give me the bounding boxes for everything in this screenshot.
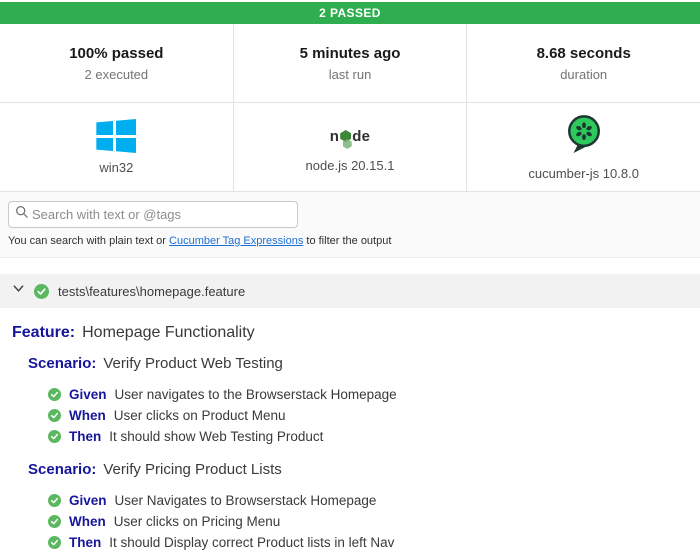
search-input[interactable]	[32, 207, 291, 222]
search-help-suffix: to filter the output	[303, 235, 392, 247]
summary-status-bar: 2 PASSED	[0, 2, 700, 24]
env-platform: win32	[0, 103, 233, 191]
step-text: It should show Web Testing Product	[109, 429, 324, 444]
step-row: When User clicks on Pricing Menu	[48, 514, 688, 529]
step-keyword: Given	[69, 493, 107, 508]
feature-name: Homepage Functionality	[82, 324, 255, 341]
step-text: User Navigates to Browserstack Homepage	[114, 493, 377, 508]
cucumber-report-page: 2 PASSED 100% passed 2 executed 5 minute…	[0, 0, 700, 558]
cucumber-icon	[565, 113, 603, 159]
step-keyword: When	[69, 514, 106, 529]
search-icon	[15, 205, 29, 224]
step-row: Then It should show Web Testing Product	[48, 429, 688, 444]
passed-check-icon	[48, 536, 61, 549]
passed-check-icon	[48, 409, 61, 422]
scenario-title: Scenario: Verify Product Web Testing	[28, 355, 688, 372]
env-runtime: n de node.js 20.15.1	[232, 103, 467, 191]
step-row: Then It should Display correct Product l…	[48, 535, 688, 550]
step-row: Given User navigates to the Browserstack…	[48, 387, 688, 402]
steps-list: Given User navigates to the Browserstack…	[48, 387, 688, 444]
search-help-prefix: You can search with plain text or	[8, 235, 170, 247]
step-row: Given User Navigates to Browserstack Hom…	[48, 493, 688, 508]
nodejs-wordmark-right: de	[352, 127, 371, 145]
feature-keyword: Feature:	[12, 324, 76, 341]
scenario-keyword: Scenario:	[28, 355, 97, 372]
scenario-title: Scenario: Verify Pricing Product Lists	[28, 461, 688, 478]
scenario-name: Verify Product Web Testing	[103, 355, 283, 372]
environment-row: win32 n de node.js 20.15.1 cucumber-js 1…	[0, 103, 700, 192]
stat-passed-percentage: 100% passed 2 executed	[0, 24, 233, 102]
stat-duration: 8.68 seconds duration	[466, 24, 700, 102]
chevron-down-icon[interactable]	[12, 282, 25, 300]
nodejs-icon: n de	[330, 121, 371, 151]
feature-content: Feature: Homepage Functionality Scenario:…	[0, 308, 700, 550]
stat-value: 5 minutes ago	[299, 44, 401, 62]
cucumber-tag-expressions-link[interactable]: Cucumber Tag Expressions	[169, 235, 303, 247]
step-keyword: Then	[69, 429, 102, 444]
search-help-text: You can search with plain text or Cucumb…	[8, 235, 692, 247]
step-keyword: When	[69, 408, 106, 423]
passed-check-icon	[34, 283, 49, 299]
feature-file-path: tests\features\homepage.feature	[58, 283, 246, 299]
step-text: It should Display correct Product lists …	[109, 535, 395, 550]
stat-label: duration	[560, 66, 608, 82]
step-text: User clicks on Pricing Menu	[113, 514, 281, 529]
step-row: When User clicks on Product Menu	[48, 408, 688, 423]
passed-check-icon	[48, 494, 61, 507]
stats-row: 100% passed 2 executed 5 minutes ago las…	[0, 24, 700, 103]
stat-label: last run	[328, 66, 372, 82]
step-text: User navigates to the Browserstack Homep…	[114, 387, 397, 402]
nodejs-wordmark-left: n	[329, 127, 340, 145]
env-platform-label: win32	[99, 160, 134, 175]
env-runtime-label: node.js 20.15.1	[305, 158, 395, 173]
steps-list: Given User Navigates to Browserstack Hom…	[48, 493, 688, 550]
feature-title: Feature: Homepage Functionality	[12, 324, 688, 342]
stat-last-run: 5 minutes ago last run	[232, 24, 467, 102]
summary-status-label: 2 PASSED	[319, 6, 381, 20]
passed-check-icon	[48, 515, 61, 528]
stat-value: 100% passed	[69, 44, 164, 62]
env-framework-label: cucumber-js 10.8.0	[528, 166, 639, 181]
windows-icon	[96, 119, 137, 153]
search-section: You can search with plain text or Cucumb…	[0, 192, 700, 258]
feature-file-header[interactable]: tests\features\homepage.feature	[0, 274, 700, 308]
passed-check-icon	[48, 388, 61, 401]
search-box[interactable]	[8, 201, 298, 228]
step-keyword: Given	[69, 387, 107, 402]
stat-value: 8.68 seconds	[536, 44, 631, 62]
stat-label: 2 executed	[84, 66, 149, 82]
scenario-name: Verify Pricing Product Lists	[103, 461, 282, 478]
step-keyword: Then	[69, 535, 102, 550]
scenario-keyword: Scenario:	[28, 461, 97, 478]
env-framework: cucumber-js 10.8.0	[466, 103, 700, 191]
step-text: User clicks on Product Menu	[113, 408, 286, 423]
passed-check-icon	[48, 430, 61, 443]
